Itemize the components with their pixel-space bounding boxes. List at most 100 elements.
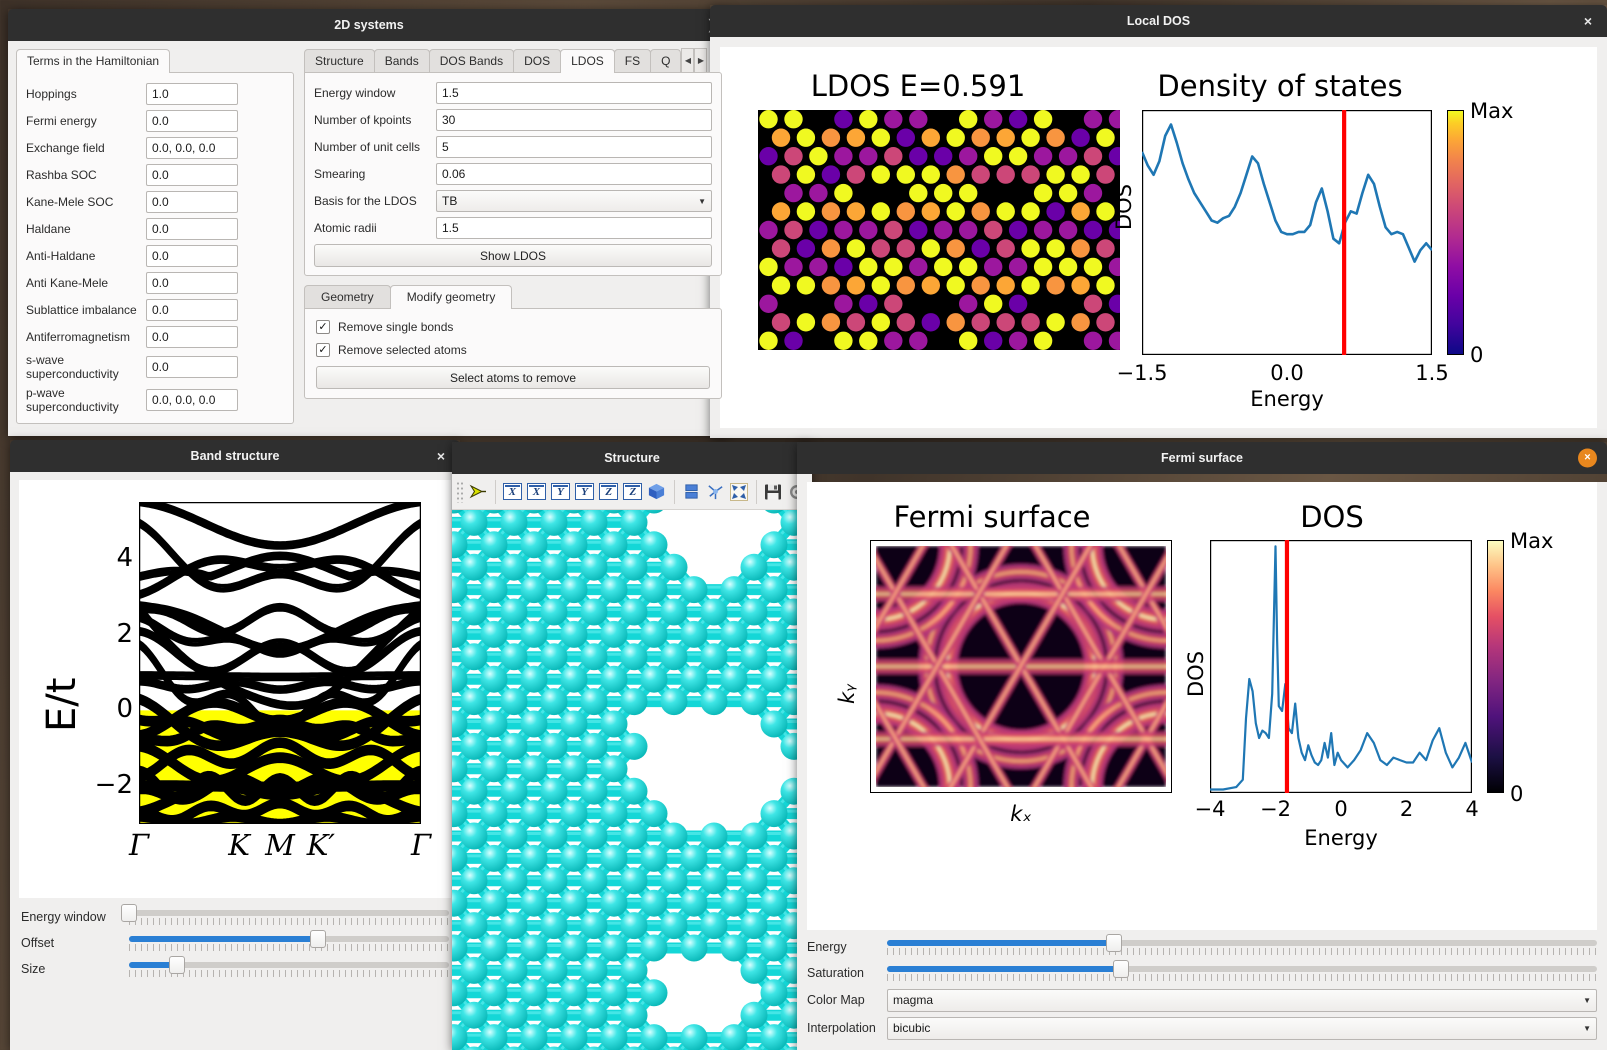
tab-fs[interactable]: FS: [613, 49, 652, 73]
slider-ticks: [887, 947, 1597, 955]
slider-ticks: [129, 943, 449, 951]
split-view-icon[interactable]: [681, 481, 702, 503]
axes-icon[interactable]: [705, 481, 726, 503]
slider-track[interactable]: [129, 929, 449, 948]
field-input[interactable]: 1.0: [146, 83, 238, 105]
field-label: Hoppings: [26, 87, 77, 101]
view-z-icon[interactable]: Z: [598, 481, 619, 503]
tab-terms-in-the-hamiltonian[interactable]: Terms in the Hamiltonian: [16, 49, 171, 73]
window-title: 2D systems: [334, 18, 404, 32]
titlebar-structure[interactable]: Structure: [452, 442, 812, 474]
close-icon[interactable]: ×: [432, 447, 450, 465]
fullscreen-icon[interactable]: [729, 481, 750, 503]
view-z-neg-icon[interactable]: Z: [622, 481, 643, 503]
window-title: Local DOS: [1126, 14, 1191, 28]
interpolation-select[interactable]: bicubic ▼: [887, 1016, 1597, 1040]
slider-label: Offset: [21, 936, 55, 950]
field-input[interactable]: 1.5: [436, 217, 712, 239]
field-input[interactable]: 0.0: [146, 272, 238, 294]
view-x-neg-icon[interactable]: X: [526, 481, 547, 503]
tab-label: Geometry: [321, 290, 374, 304]
chevron-down-icon: ▼: [1583, 995, 1591, 1005]
titlebar-2d-systems[interactable]: 2D systems ❯: [8, 9, 730, 41]
tab-bands[interactable]: Bands: [373, 49, 430, 73]
window-local-dos[interactable]: Local DOS × LDOS E=0.591 Density of stat…: [710, 5, 1607, 438]
tab-dos[interactable]: DOS: [513, 49, 562, 73]
select-atoms-label: Select atoms to remove: [449, 370, 577, 385]
tab-dos-bands[interactable]: DOS Bands: [428, 49, 515, 73]
fs-colorbar-max-label: Max: [1510, 529, 1554, 553]
pointer-icon[interactable]: [468, 481, 489, 503]
slider-knob[interactable]: [1113, 959, 1130, 978]
field-input[interactable]: 0.0: [146, 191, 238, 213]
field-input[interactable]: 0.0: [146, 110, 238, 132]
view-y-icon[interactable]: Y: [550, 481, 571, 503]
slider-track[interactable]: [121, 903, 449, 922]
field-input[interactable]: 5: [436, 136, 712, 158]
color-map-select[interactable]: magma ▼: [887, 988, 1597, 1012]
hamiltonian-field-row: Anti-Haldane 0.0: [26, 245, 284, 267]
view-y-neg-icon[interactable]: Y: [574, 481, 595, 503]
window-band-structure[interactable]: Band structure × E/t 4 2 0 −2 Γ K M K′ Γ Energy…: [10, 440, 460, 1050]
checkbox[interactable]: ✓: [316, 343, 330, 357]
field-input[interactable]: 0.0: [146, 326, 238, 348]
basis-for-ldos-select[interactable]: TB ▼: [436, 190, 712, 212]
slider-knob[interactable]: [309, 929, 326, 948]
fs-dos-title: DOS: [1300, 500, 1364, 534]
slider-track[interactable]: [129, 955, 449, 974]
hamiltonian-field-row: s-wave superconductivity 0.0: [26, 353, 284, 381]
field-input[interactable]: 0.0: [146, 245, 238, 267]
window-2d-systems[interactable]: 2D systems ❯ Terms in the Hamiltonian Ho…: [8, 9, 730, 436]
tab-ldos[interactable]: LDOS: [560, 49, 615, 73]
toolbar-drag-handle[interactable]: [456, 480, 463, 503]
window-structure[interactable]: Structure X X Y Y Z Z: [452, 442, 812, 1050]
tab-label: Q: [661, 54, 671, 68]
slider-knob[interactable]: [169, 955, 185, 974]
slider-row: Saturation: [807, 959, 1597, 986]
tab-geometry[interactable]: Geometry: [304, 285, 391, 309]
close-icon[interactable]: ×: [1579, 12, 1597, 30]
slider-knob[interactable]: [1106, 933, 1123, 952]
field-input[interactable]: 0.0, 0.0, 0.0: [146, 137, 238, 159]
titlebar-band-structure[interactable]: Band structure ×: [10, 440, 460, 472]
tab-structure[interactable]: Structure: [304, 49, 375, 73]
slider-track[interactable]: [887, 959, 1597, 978]
calculation-tabstrip: Structure Bands DOS Bands DOS LDOS FS Q ◀ ▶: [304, 48, 722, 73]
slider-knob[interactable]: [121, 903, 137, 922]
tab-label: DOS: [524, 54, 551, 68]
hamiltonian-field-row: p-wave superconductivity 0.0, 0.0, 0.0: [26, 386, 284, 414]
field-input[interactable]: 0.0: [146, 218, 238, 240]
field-input[interactable]: 0.0: [146, 356, 238, 378]
hamiltonian-field-row: Antiferromagnetism 0.0: [26, 326, 284, 348]
tab-scroll-left-icon[interactable]: ◀: [681, 48, 695, 73]
save-icon[interactable]: [763, 481, 784, 503]
fs-x-axis-label: kₓ: [1010, 802, 1032, 826]
ldos-field-row: Energy window 1.5: [314, 82, 712, 104]
field-input[interactable]: 0.06: [436, 163, 712, 185]
field-input[interactable]: 0.0: [146, 299, 238, 321]
select-atoms-to-remove-button[interactable]: Select atoms to remove: [316, 366, 710, 389]
tab-scroll-right-icon[interactable]: ▶: [694, 48, 708, 73]
field-input[interactable]: 0.0, 0.0, 0.0: [146, 389, 238, 411]
titlebar-fermi-surface[interactable]: Fermi surface ×: [797, 442, 1607, 474]
tab-modify-geometry[interactable]: Modify geometry: [389, 285, 513, 309]
hamiltonian-field-row: Rashba SOC 0.0: [26, 164, 284, 186]
close-icon[interactable]: ×: [1578, 448, 1597, 468]
window-fermi-surface[interactable]: Fermi surface × Fermi surface kᵧ kₓ DOS …: [797, 442, 1607, 1050]
field-input[interactable]: 30: [436, 109, 712, 131]
slider-ticks: [887, 973, 1597, 981]
slider-row: Energy: [807, 933, 1597, 960]
cube-icon[interactable]: [646, 481, 667, 503]
structure-3d-view[interactable]: [452, 510, 812, 1050]
titlebar-local-dos[interactable]: Local DOS ×: [710, 5, 1607, 37]
geometry-checkbox-row: ✓ Remove single bonds: [316, 320, 710, 334]
field-label: Anti Kane-Mele: [26, 276, 109, 290]
tab-q[interactable]: Q: [650, 49, 682, 73]
field-label: Atomic radii: [314, 221, 377, 235]
view-x-icon[interactable]: X: [502, 481, 523, 503]
show-ldos-button[interactable]: Show LDOS: [314, 244, 712, 267]
checkbox[interactable]: ✓: [316, 320, 330, 334]
field-input[interactable]: 0.0: [146, 164, 238, 186]
slider-track[interactable]: [887, 933, 1597, 952]
field-input[interactable]: 1.5: [436, 82, 712, 104]
